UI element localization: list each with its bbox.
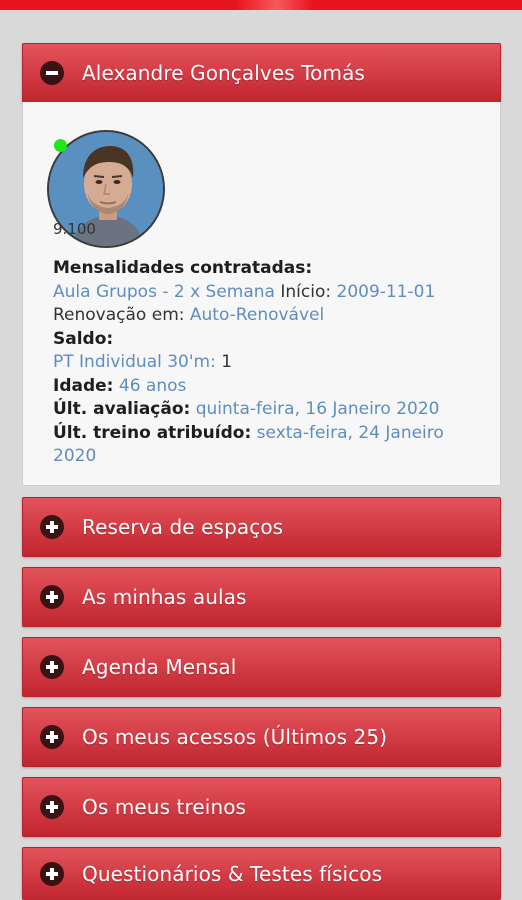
section-meus-treinos[interactable]: Os meus treinos bbox=[22, 777, 501, 837]
profile-info: Mensalidades contratadas: Aula Grupos - … bbox=[53, 257, 473, 469]
minus-circle-icon[interactable] bbox=[40, 61, 64, 85]
section-title: Reserva de espaços bbox=[82, 515, 284, 539]
section-questionarios[interactable]: Questionários & Testes físicos bbox=[22, 847, 501, 900]
section-title: Os meus acessos (Últimos 25) bbox=[82, 725, 388, 749]
age-label: Idade: bbox=[53, 375, 114, 396]
section-minhas-aulas[interactable]: As minhas aulas bbox=[22, 567, 501, 627]
plus-circle-icon[interactable] bbox=[40, 585, 64, 609]
section-title: Os meus treinos bbox=[82, 795, 247, 819]
section-reserva-espacos[interactable]: Reserva de espaços bbox=[22, 497, 501, 557]
last-eval-value[interactable]: quinta-feira, 16 Janeiro 2020 bbox=[196, 399, 440, 419]
plus-circle-icon[interactable] bbox=[40, 795, 64, 819]
profile-panel: 9.100 Mensalidades contratadas: Aula Gru… bbox=[22, 102, 501, 486]
balance-label: Saldo: bbox=[53, 328, 114, 349]
plus-circle-icon[interactable] bbox=[40, 725, 64, 749]
plus-circle-icon[interactable] bbox=[40, 862, 64, 886]
section-title: As minhas aulas bbox=[82, 585, 247, 609]
section-agenda-mensal[interactable]: Agenda Mensal bbox=[22, 637, 501, 697]
avatar-code: 9.100 bbox=[53, 220, 96, 238]
section-title: Questionários & Testes físicos bbox=[82, 862, 383, 886]
plus-circle-icon[interactable] bbox=[40, 655, 64, 679]
start-date: 2009-11-01 bbox=[336, 281, 436, 302]
last-eval-label: Últ. avaliação: bbox=[53, 399, 191, 419]
section-meus-acessos[interactable]: Os meus acessos (Últimos 25) bbox=[22, 707, 501, 767]
renewal-value: Auto-Renovável bbox=[189, 305, 325, 325]
balance-item[interactable]: PT Individual 30'm: bbox=[53, 352, 216, 372]
last-training-label: Últ. treino atribuído: bbox=[53, 422, 252, 443]
plus-circle-icon[interactable] bbox=[40, 515, 64, 539]
online-dot-icon bbox=[54, 139, 67, 152]
section-title: Agenda Mensal bbox=[82, 655, 237, 679]
contracted-label: Mensalidades contratadas: bbox=[53, 258, 313, 278]
top-accent-bar bbox=[0, 0, 522, 10]
age-value: 46 anos bbox=[118, 375, 187, 396]
profile-header[interactable]: Alexandre Gonçalves Tomás bbox=[22, 43, 501, 103]
balance-value: 1 bbox=[221, 352, 233, 372]
start-label: Início: bbox=[280, 281, 332, 302]
renewal-label: Renovação em: bbox=[53, 305, 185, 325]
plan-link[interactable]: Aula Grupos - 2 x Semana bbox=[53, 282, 275, 302]
profile-name: Alexandre Gonçalves Tomás bbox=[82, 61, 365, 85]
